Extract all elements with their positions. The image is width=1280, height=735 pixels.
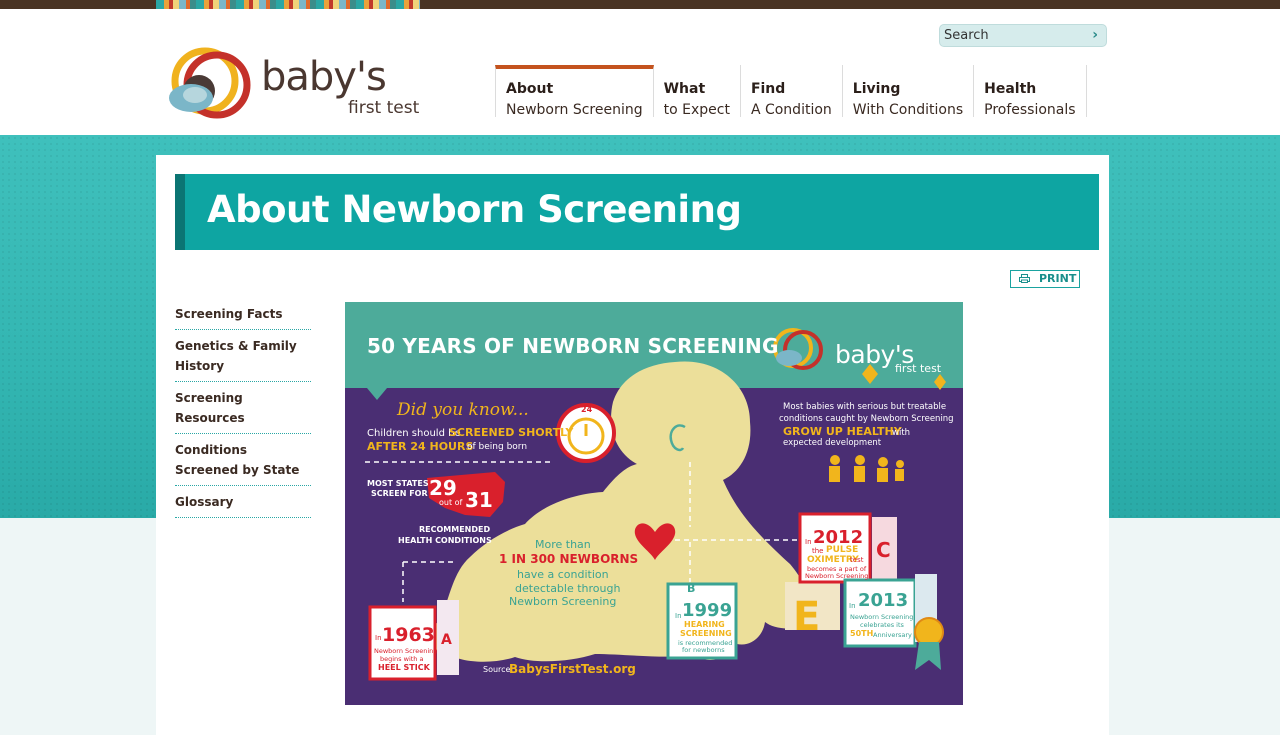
site-header: baby's first test › About Newborn Screen… xyxy=(0,9,1280,135)
page-title: About Newborn Screening xyxy=(207,188,742,231)
healthy-highlight: GROW UP HEALTHY xyxy=(783,425,902,438)
screen-highlight-2: AFTER 24 HOURS xyxy=(367,440,474,453)
decorative-stripes xyxy=(156,0,420,9)
nav-label-secondary: Professionals xyxy=(984,102,1076,118)
logo-tagline: first test xyxy=(348,98,420,118)
sidebar-item-conditions-by-state[interactable]: Conditions Screened by State xyxy=(175,440,311,486)
states-number-1: 29 xyxy=(429,476,457,500)
y2013-in: In xyxy=(849,602,856,610)
nav-label-secondary: With Conditions xyxy=(852,102,964,118)
newborns-highlight: 1 IN 300 NEWBORNS xyxy=(499,552,639,566)
y1963-highlight: HEEL STICK xyxy=(378,663,430,672)
newborn-screening-infographic: 50 YEARS OF NEWBORN SCREENING baby's fir… xyxy=(345,302,963,705)
sidebar-item-screening-resources[interactable]: Screening Resources xyxy=(175,388,311,434)
states-text-2: SCREEN FOR xyxy=(371,489,428,498)
y1963-year: 1963 xyxy=(382,624,435,646)
y1963-text-1: Newborn Screening xyxy=(374,647,438,655)
print-label: PRINT xyxy=(1039,272,1077,285)
nav-item-about[interactable]: About Newborn Screening xyxy=(495,65,654,118)
chevron-right-icon[interactable]: › xyxy=(1092,27,1098,43)
content-panel: About Newborn Screening PRINT Screening … xyxy=(156,155,1109,735)
infographic-title: 50 YEARS OF NEWBORN SCREENING xyxy=(367,334,779,358)
states-number-2: 31 xyxy=(465,488,493,512)
infographic-logo-sub: first test xyxy=(895,362,942,375)
logo-mark-icon xyxy=(169,47,251,119)
sidebar-item-screening-facts[interactable]: Screening Facts xyxy=(175,304,311,330)
y1999-in: In xyxy=(675,612,682,620)
printer-icon xyxy=(1019,274,1030,283)
newborns-text-4: Newborn Screening xyxy=(509,595,617,608)
states-text-3: RECOMMENDED xyxy=(419,525,491,534)
nav-label-secondary: to Expect xyxy=(663,102,730,118)
screen-highlight-1: SCREENED SHORTLY xyxy=(449,426,574,439)
y2012-highlight-1: PULSE xyxy=(826,545,859,555)
block-c-letter: C xyxy=(876,538,891,562)
nav-label-primary: Find xyxy=(750,81,786,97)
block-e-letter: E xyxy=(793,594,821,640)
y1999-text-2: for newborns xyxy=(682,646,725,654)
main-nav: About Newborn Screening What to Expect F… xyxy=(495,65,1087,118)
y2013-text-3: Anniversary xyxy=(873,631,912,639)
y2012-test: test xyxy=(850,556,864,564)
screen-text-2: of being born xyxy=(467,442,528,452)
healthy-text-1: Most babies with serious but treatable xyxy=(783,402,947,412)
y1963-text-2: begins with a xyxy=(380,655,424,663)
healthy-text-2: conditions caught by Newborn Screening xyxy=(779,414,954,424)
states-text-4: HEALTH CONDITIONS xyxy=(398,536,492,545)
y1963-in: In xyxy=(375,634,382,642)
healthy-text-4: expected development xyxy=(783,438,882,448)
nav-label-primary: Health xyxy=(984,81,1037,97)
search-box: › xyxy=(939,24,1107,47)
y1999-year: 1999 xyxy=(682,600,733,621)
nav-label-primary: What xyxy=(663,81,706,97)
y2013-year: 2013 xyxy=(858,590,909,611)
states-text-1: MOST STATES xyxy=(367,479,429,488)
newborns-text-3: detectable through xyxy=(515,582,621,595)
search-input[interactable] xyxy=(944,27,1084,44)
newborns-text-2: have a condition xyxy=(517,568,609,581)
did-you-know: Did you know... xyxy=(397,400,529,420)
nav-item-health[interactable]: Health Professionals xyxy=(974,65,1087,118)
site-logo[interactable]: baby's first test xyxy=(165,43,425,123)
y2013-text-2: celebrates its xyxy=(860,621,904,629)
y1999-highlight-2: SCREENING xyxy=(680,629,732,638)
sidebar-nav: Screening Facts Genetics & Family Histor… xyxy=(175,304,311,524)
y2013-text-1: Newborn Screening xyxy=(850,613,914,621)
y2012-in: In xyxy=(805,538,812,546)
nav-label-primary: Living xyxy=(852,81,901,97)
sidebar-item-genetics[interactable]: Genetics & Family History xyxy=(175,336,311,382)
nav-item-what[interactable]: What to Expect xyxy=(654,65,741,118)
source-url: BabysFirstTest.org xyxy=(509,662,636,676)
states-out-of: out of xyxy=(439,498,463,507)
nav-label-secondary: A Condition xyxy=(750,102,832,118)
healthy-text-3: with xyxy=(892,428,911,438)
nav-label-secondary: Newborn Screening xyxy=(506,102,643,118)
top-stripe-bar xyxy=(0,0,1280,9)
nav-item-living[interactable]: Living With Conditions xyxy=(843,65,975,118)
sidebar-item-glossary[interactable]: Glossary xyxy=(175,492,311,518)
newborns-more-than: More than xyxy=(535,538,591,551)
y1999-highlight-1: HEARING xyxy=(684,620,725,629)
nav-label-primary: About xyxy=(506,81,554,97)
y2012-text-2: Newborn Screening xyxy=(805,572,869,580)
page-title-bar: About Newborn Screening xyxy=(175,174,1099,250)
screen-text-1: Children should be xyxy=(367,428,461,439)
print-button[interactable]: PRINT xyxy=(1010,270,1080,288)
block-b-letter: B xyxy=(687,582,696,595)
y2012-the: the xyxy=(812,547,824,555)
logo-wordmark: baby's xyxy=(261,54,387,100)
y2013-highlight: 50TH xyxy=(850,629,874,638)
nav-item-find[interactable]: Find A Condition xyxy=(741,65,843,118)
clock-label: 24 xyxy=(581,405,593,414)
block-a-letter: A xyxy=(441,632,452,648)
